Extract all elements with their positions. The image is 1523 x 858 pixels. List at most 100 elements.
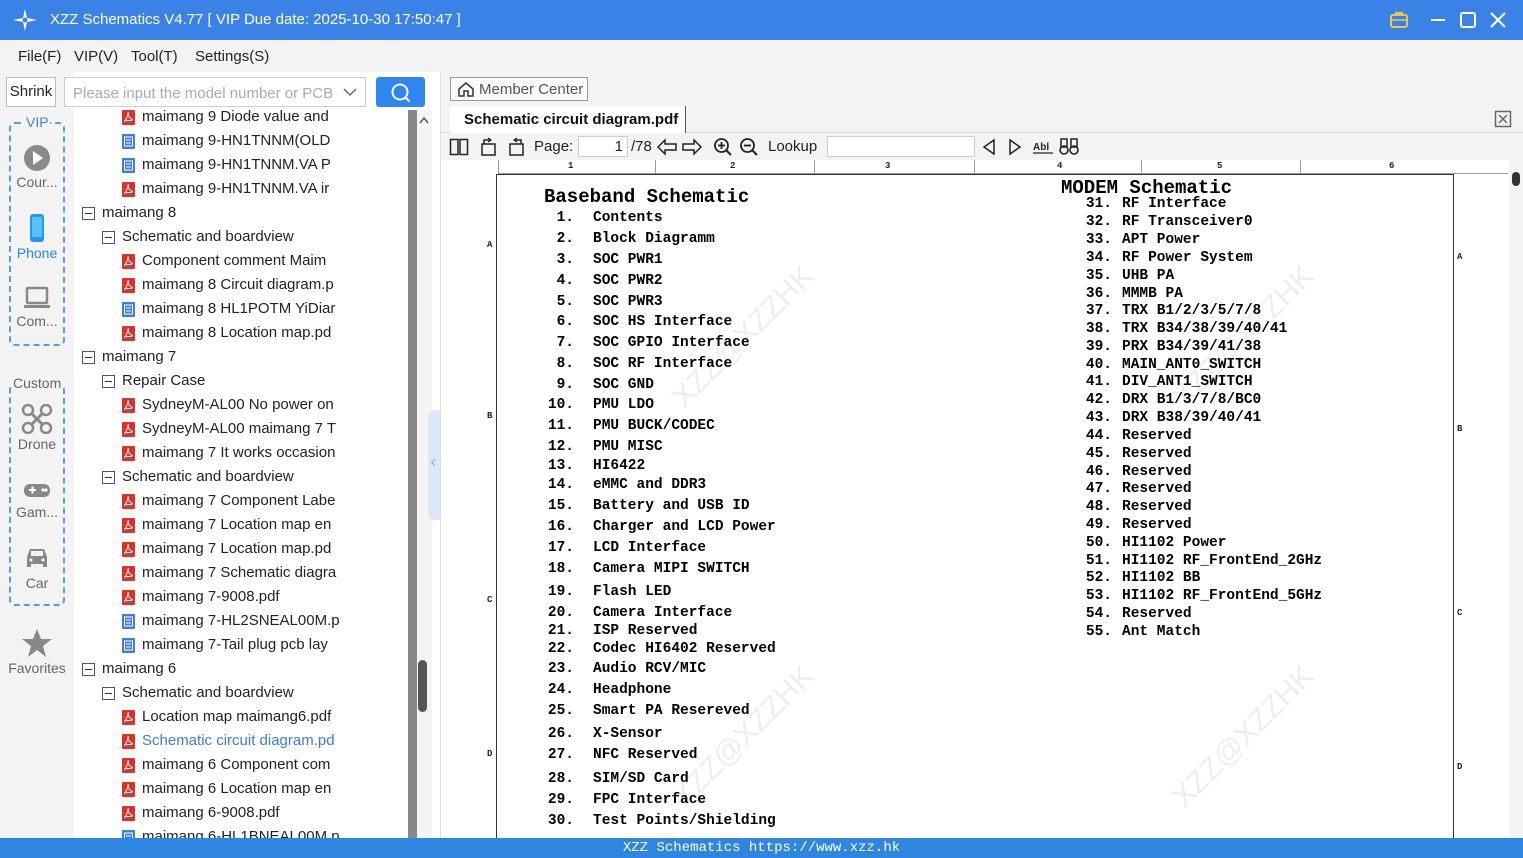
member-center-label: Member Center	[479, 81, 584, 98]
rail-item-game[interactable]: Gam...	[0, 478, 74, 520]
tree-file[interactable]: maimang 7 Location map en	[74, 514, 407, 538]
tree-file[interactable]: SydneyM-AL00 No power on	[74, 394, 407, 418]
zoom-in-icon[interactable]	[713, 137, 733, 157]
tree-file[interactable]: Schematic circuit diagram.pd	[74, 730, 407, 754]
tree-folder[interactable]: Schematic and boardview	[74, 466, 407, 490]
collapse-toggle-icon[interactable]	[102, 687, 115, 700]
contents-entry: Camera Interface	[593, 605, 733, 621]
find-next-icon[interactable]	[1007, 137, 1023, 157]
contents-number: 41.	[1085, 374, 1112, 390]
collapse-toggle-icon[interactable]	[82, 351, 95, 364]
menu-file[interactable]: File(F)	[18, 48, 61, 65]
car-icon	[27, 549, 47, 567]
rail-item-favorites[interactable]: Favorites	[0, 628, 74, 676]
tab-document[interactable]: Schematic circuit diagram.pdf	[450, 106, 686, 133]
next-page-icon[interactable]	[681, 137, 703, 157]
tree-file[interactable]: maimang 7 Location map.pd	[74, 538, 407, 562]
member-center-button[interactable]: Member Center	[450, 77, 588, 101]
find-previous-icon[interactable]	[981, 137, 997, 157]
rail-item-drone[interactable]: Drone	[0, 404, 74, 452]
tree-folder[interactable]: Repair Case	[74, 370, 407, 394]
two-page-icon[interactable]	[449, 137, 469, 157]
collapse-toggle-icon[interactable]	[82, 207, 95, 220]
rail-item-label: Gam...	[15, 504, 58, 520]
tree-folder[interactable]: Schematic and boardview	[74, 226, 407, 250]
tree-file[interactable]: maimang 7-Tail plug pcb lay	[74, 634, 407, 658]
chevron-down-icon[interactable]	[343, 87, 357, 97]
tree-file[interactable]: Component comment Maim	[74, 250, 407, 274]
page-number-input[interactable]: 1	[578, 136, 628, 157]
collapse-toggle-icon[interactable]	[102, 231, 115, 244]
tree-file[interactable]: maimang 6 Component com	[74, 754, 407, 778]
collapse-toggle-icon[interactable]	[102, 471, 115, 484]
tree-item-label: maimang 6-HL1BNEAL00M.p	[142, 828, 340, 838]
tree-folder[interactable]: Schematic and boardview	[74, 682, 407, 706]
menu-bar: File(F) VIP(V) Tool(T) Settings(S)	[0, 40, 1523, 72]
zoom-out-icon[interactable]	[739, 137, 759, 157]
tree-file[interactable]: maimang 7 It works occasion	[74, 442, 407, 466]
collapse-toggle-icon[interactable]	[82, 663, 95, 676]
scroll-up-icon[interactable]	[419, 116, 429, 124]
pdf-file-icon	[122, 422, 135, 437]
tree-file[interactable]: maimang 7-9008.pdf	[74, 586, 407, 610]
contents-number: 3.	[556, 252, 574, 268]
pcb-file-icon	[122, 134, 135, 149]
tree-file[interactable]: maimang 7 Schematic diagra	[74, 562, 407, 586]
tree-file[interactable]: maimang 9 Diode value and	[74, 110, 407, 130]
contents-entry: Flash LED	[593, 584, 672, 600]
row-letter: D	[487, 749, 493, 759]
shrink-button[interactable]: Shrink	[6, 77, 56, 107]
tree-file[interactable]: maimang 6-HL1BNEAL00M.p	[74, 826, 407, 838]
menu-settings[interactable]: Settings(S)	[195, 48, 269, 65]
close-icon[interactable]	[1486, 8, 1510, 32]
menu-tool[interactable]: Tool(T)	[131, 48, 178, 65]
search-input[interactable]	[73, 83, 333, 103]
contents-number: 49.	[1085, 517, 1112, 533]
contents-number: 48.	[1085, 499, 1112, 515]
tree-file[interactable]: maimang 6-9008.pdf	[74, 802, 407, 826]
rail-item-courses[interactable]: Cour...	[0, 144, 74, 190]
tree-file[interactable]: maimang 9-HN1TNNM.VA P	[74, 154, 407, 178]
pdf-document[interactable]: 1 2 3 4 5 6 A B C D A B C D XZZ@XZZHK XZ…	[441, 160, 1509, 838]
maximize-icon[interactable]	[1456, 8, 1480, 32]
contents-number: 11.	[547, 418, 574, 434]
search-button[interactable]	[376, 77, 425, 107]
tree-file[interactable]: SydneyM-AL00 maimang 7 T	[74, 418, 407, 442]
match-text-icon[interactable]: Abl	[1032, 137, 1054, 157]
rail-item-phone[interactable]: Phone	[0, 213, 74, 261]
minimize-icon[interactable]	[1426, 8, 1450, 32]
tree-file[interactable]: Location map maimang6.pdf	[74, 706, 407, 730]
tree-folder[interactable]: maimang 8	[74, 202, 407, 226]
panel-collapse-handle[interactable]	[428, 410, 440, 520]
contents-number: 21.	[547, 623, 574, 639]
contents-entry: Battery and USB ID	[593, 498, 750, 514]
collapse-toggle-icon[interactable]	[102, 375, 115, 388]
rail-item-computer[interactable]: Com...	[0, 285, 74, 329]
tree-file[interactable]: maimang 6 Location map en	[74, 778, 407, 802]
contents-number: 10.	[547, 397, 574, 413]
tree-file[interactable]: maimang 7-HL2SNEAL00M.p	[74, 610, 407, 634]
document-scrollbar[interactable]	[1509, 160, 1523, 838]
contents-entry: UHB PA	[1122, 268, 1175, 284]
binoculars-icon[interactable]	[1058, 137, 1080, 157]
briefcase-icon[interactable]	[1387, 8, 1411, 32]
tree-file[interactable]: maimang 8 Location map.pd	[74, 322, 407, 346]
menu-vip[interactable]: VIP(V)	[74, 48, 118, 65]
tree-file[interactable]: maimang 8 HL1POTM YiDiar	[74, 298, 407, 322]
tree-file[interactable]: maimang 8 Circuit diagram.p	[74, 274, 407, 298]
tree-scroll-thumb[interactable]	[418, 660, 427, 712]
close-tab-icon[interactable]	[1494, 110, 1512, 128]
tree-folder[interactable]: maimang 7	[74, 346, 407, 370]
contents-entry: PMU LDO	[593, 397, 654, 413]
rotate-left-icon[interactable]	[479, 137, 499, 157]
tree-file[interactable]: maimang 7 Component Labe	[74, 490, 407, 514]
rotate-right-icon[interactable]	[506, 137, 526, 157]
rail-item-car[interactable]: Car	[0, 545, 74, 591]
lookup-input[interactable]	[827, 136, 975, 157]
tree-folder[interactable]: maimang 6	[74, 658, 407, 682]
document-scroll-thumb[interactable]	[1512, 172, 1520, 186]
previous-page-icon[interactable]	[656, 137, 678, 157]
tree-file[interactable]: maimang 9-HN1TNNM(OLD	[74, 130, 407, 154]
lookup-label: Lookup	[768, 138, 818, 155]
tree-file[interactable]: maimang 9-HN1TNNM.VA ir	[74, 178, 407, 202]
